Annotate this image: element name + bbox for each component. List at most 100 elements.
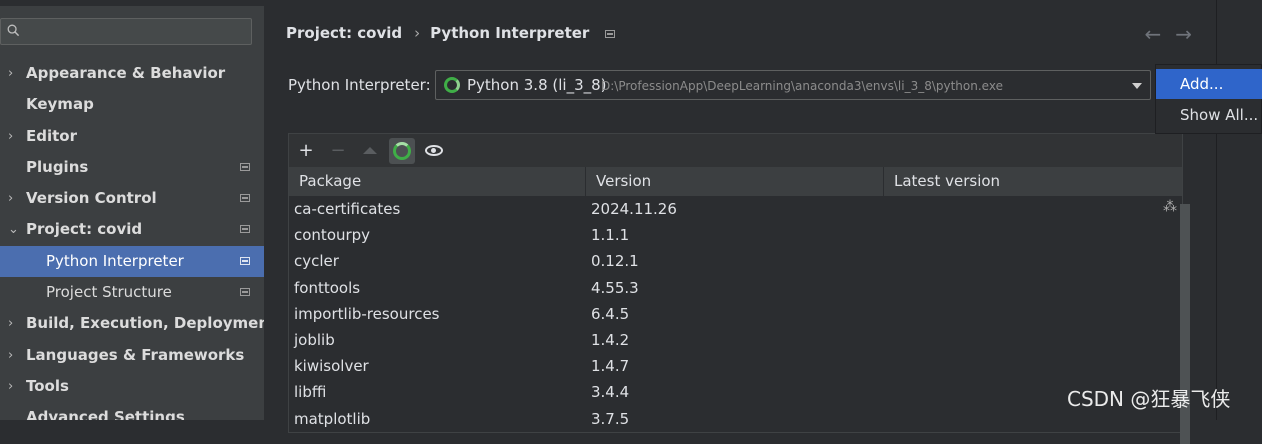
chevron-down-icon[interactable]: ⌄ <box>8 214 19 245</box>
packages-table-body: ca-certificates 2024.11.26 contourpy 1.1.1… <box>289 196 1182 432</box>
table-row[interactable]: kiwisolver 1.4.7 <box>289 353 1182 379</box>
sidebar-item-build[interactable]: › Build, Execution, Deployment <box>0 308 264 339</box>
sidebar-item-label: Project Structure <box>46 283 172 302</box>
interpreter-select[interactable]: Python 3.8 (li_3_8) D:\ProfessionApp\Dee… <box>435 70 1151 100</box>
packages-panel: + − Package Version Latest version ca-ce… <box>288 133 1190 444</box>
window-right-edge <box>1216 0 1262 420</box>
sidebar-item-advanced[interactable]: Advanced Settings <box>0 402 264 420</box>
package-name: importlib-resources <box>294 304 440 323</box>
package-version: 3.7.5 <box>591 409 630 428</box>
sidebar-item-label: Python Interpreter <box>46 251 184 270</box>
sidebar-item-label: Project: covid <box>26 220 143 239</box>
sidebar-item-tools[interactable]: › Tools <box>0 371 264 402</box>
chevron-right-icon[interactable]: › <box>8 308 18 339</box>
settings-sidebar: › Appearance & Behavior Keymap › Editor … <box>0 6 264 420</box>
interpreter-options-menu: Add... Show All... <box>1155 64 1262 134</box>
upgrade-arrow-icon <box>363 147 377 154</box>
loading-spinner-icon: ⁂ <box>1163 199 1177 215</box>
breadcrumb: Project: covid › Python Interpreter <box>286 24 616 42</box>
forward-arrow-icon[interactable]: → <box>1175 22 1206 46</box>
package-name: fonttools <box>294 278 361 297</box>
package-version: 1.4.2 <box>591 330 630 349</box>
search-icon <box>7 24 20 37</box>
package-version: 2024.11.26 <box>591 200 677 218</box>
sidebar-item-label: Plugins <box>26 157 89 176</box>
breadcrumb-separator-icon: › <box>414 24 421 42</box>
project-settings-icon <box>240 194 250 203</box>
sidebar-item-label: Build, Execution, Deployment <box>26 314 264 333</box>
table-row[interactable]: contourpy 1.1.1 <box>289 222 1182 248</box>
interpreter-name: Python 3.8 (li_3_8) <box>467 76 607 94</box>
package-name: kiwisolver <box>294 357 369 376</box>
sidebar-item-label: Advanced Settings <box>26 408 185 420</box>
table-row[interactable]: fonttools 4.55.3 <box>289 275 1182 301</box>
show-early-releases-button[interactable] <box>421 138 447 164</box>
package-name: cycler <box>294 252 339 271</box>
interpreter-path: D:\ProfessionApp\DeepLearning\anaconda3\… <box>601 79 1003 93</box>
column-header-version[interactable]: Version <box>586 167 884 196</box>
table-row[interactable]: ca-certificates 2024.11.26 <box>289 196 1182 222</box>
table-row[interactable]: matplotlib 3.7.5 <box>289 406 1182 432</box>
column-header-latest-version[interactable]: Latest version <box>884 167 1182 196</box>
chevron-right-icon[interactable]: › <box>8 340 18 371</box>
sidebar-item-label: Tools <box>26 376 69 395</box>
package-name: libffi <box>294 383 327 402</box>
package-name: joblib <box>294 330 335 349</box>
package-version: 6.4.5 <box>591 304 630 323</box>
breadcrumb-page: Python Interpreter <box>430 24 590 42</box>
packages-table-header: Package Version Latest version <box>289 167 1182 196</box>
sidebar-item-label: Appearance & Behavior <box>26 64 226 82</box>
package-name: contourpy <box>294 226 371 245</box>
chevron-right-icon[interactable]: › <box>8 183 18 214</box>
conda-toggle-button[interactable] <box>389 138 415 164</box>
chevron-right-icon[interactable]: › <box>8 121 18 152</box>
sidebar-item-python-interpreter[interactable]: Python Interpreter <box>0 245 264 278</box>
upgrade-package-button[interactable] <box>357 138 383 164</box>
package-name: matplotlib <box>294 409 371 428</box>
table-row[interactable]: cycler 0.12.1 <box>289 248 1182 274</box>
back-arrow-icon[interactable]: ← <box>1144 22 1175 46</box>
menu-item-show-all[interactable]: Show All... <box>1156 100 1262 130</box>
sidebar-item-keymap[interactable]: Keymap <box>0 89 264 120</box>
package-version: 1.4.7 <box>591 357 630 376</box>
menu-item-add[interactable]: Add... <box>1156 69 1262 99</box>
settings-search-input[interactable] <box>0 18 252 45</box>
project-settings-icon <box>240 288 250 297</box>
table-row[interactable]: libffi 3.4.4 <box>289 379 1182 405</box>
watermark: CSDN @狂暴飞侠 <box>1067 387 1231 411</box>
sidebar-item-label: Languages & Frameworks <box>26 345 245 364</box>
package-version: 1.1.1 <box>591 226 630 245</box>
sidebar-item-project-structure[interactable]: Project Structure <box>0 277 264 308</box>
python-interpreter-icon <box>444 77 460 93</box>
package-version: 3.4.4 <box>591 383 630 402</box>
table-row[interactable]: importlib-resources 6.4.5 <box>289 301 1182 327</box>
sidebar-item-editor[interactable]: › Editor <box>0 121 264 152</box>
history-navigation: ←→ <box>1144 22 1206 46</box>
sidebar-item-label: Keymap <box>26 95 94 114</box>
chevron-right-icon[interactable]: › <box>8 371 18 402</box>
sidebar-item-project[interactable]: ⌄ Project: covid <box>0 214 264 245</box>
settings-nav: › Appearance & Behavior Keymap › Editor … <box>0 58 264 420</box>
sidebar-item-plugins[interactable]: Plugins <box>0 152 264 183</box>
remove-package-button[interactable]: − <box>325 138 351 164</box>
sidebar-item-label: Editor <box>26 126 77 145</box>
interpreter-label: Python Interpreter: <box>288 76 431 94</box>
column-header-package[interactable]: Package <box>289 167 586 196</box>
eye-icon <box>425 145 443 156</box>
add-package-button[interactable]: + <box>293 138 319 164</box>
package-version: 4.55.3 <box>591 278 639 297</box>
breadcrumb-project[interactable]: Project: covid <box>286 24 402 42</box>
table-row[interactable]: joblib 1.4.2 <box>289 327 1182 353</box>
settings-content: Project: covid › Python Interpreter ←→ Pyt… <box>264 6 1216 444</box>
package-name: ca-certificates <box>294 200 401 218</box>
packages-toolbar: + − <box>289 134 1182 167</box>
sidebar-item-version-control[interactable]: › Version Control <box>0 183 264 214</box>
project-settings-icon <box>240 225 250 234</box>
sidebar-item-appearance[interactable]: › Appearance & Behavior <box>0 58 264 89</box>
dropdown-arrow-icon[interactable] <box>1132 83 1142 89</box>
project-settings-icon <box>605 29 616 38</box>
project-settings-icon <box>240 256 250 265</box>
sidebar-item-label: Version Control <box>26 189 157 208</box>
chevron-right-icon[interactable]: › <box>8 58 18 89</box>
sidebar-item-languages[interactable]: › Languages & Frameworks <box>0 340 264 371</box>
